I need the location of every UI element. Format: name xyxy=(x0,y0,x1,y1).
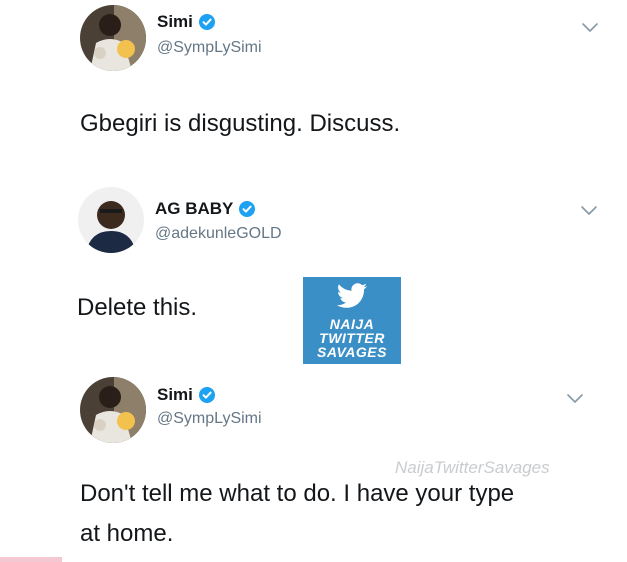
avatar-ag-baby[interactable] xyxy=(78,187,144,253)
tweet-text-line-2: at home. xyxy=(80,520,174,547)
bottom-accent-bar xyxy=(0,557,62,562)
verified-badge-icon xyxy=(198,14,215,30)
display-name-text[interactable]: Simi xyxy=(157,12,193,32)
user-handle[interactable]: @SympLySimi xyxy=(157,38,262,58)
display-name-text[interactable]: AG BABY xyxy=(155,199,233,219)
user-handle[interactable]: @adekunleGOLD xyxy=(155,224,282,244)
bird-icon xyxy=(336,283,367,308)
display-name-text[interactable]: Simi xyxy=(157,385,193,405)
verified-badge-icon xyxy=(239,201,256,217)
watermark-line-2: TWITTER xyxy=(319,330,385,346)
tweet-text-line-1: Don't tell me what to do. I have your ty… xyxy=(80,480,515,507)
user-handle[interactable]: @SympLySimi xyxy=(157,409,262,429)
verified-badge-icon xyxy=(198,387,215,403)
display-name[interactable]: Simi xyxy=(157,12,215,32)
avatar-simi[interactable] xyxy=(80,5,146,71)
display-name[interactable]: AG BABY xyxy=(155,199,256,219)
tweet-text: Gbegiri is disgusting. Discuss. xyxy=(80,110,401,137)
chevron-down-icon[interactable] xyxy=(581,22,599,34)
watermark-line-1: NAIJA xyxy=(329,316,375,332)
tweet-text: Delete this. xyxy=(77,294,198,321)
watermark-line-3: SAVAGES xyxy=(317,344,387,360)
display-name[interactable]: Simi xyxy=(157,385,215,405)
chevron-down-icon[interactable] xyxy=(580,205,598,217)
watermark-logo: NAIJA TWITTER SAVAGES xyxy=(303,277,401,364)
chevron-down-icon[interactable] xyxy=(566,393,584,405)
avatar-simi[interactable] xyxy=(80,377,146,443)
